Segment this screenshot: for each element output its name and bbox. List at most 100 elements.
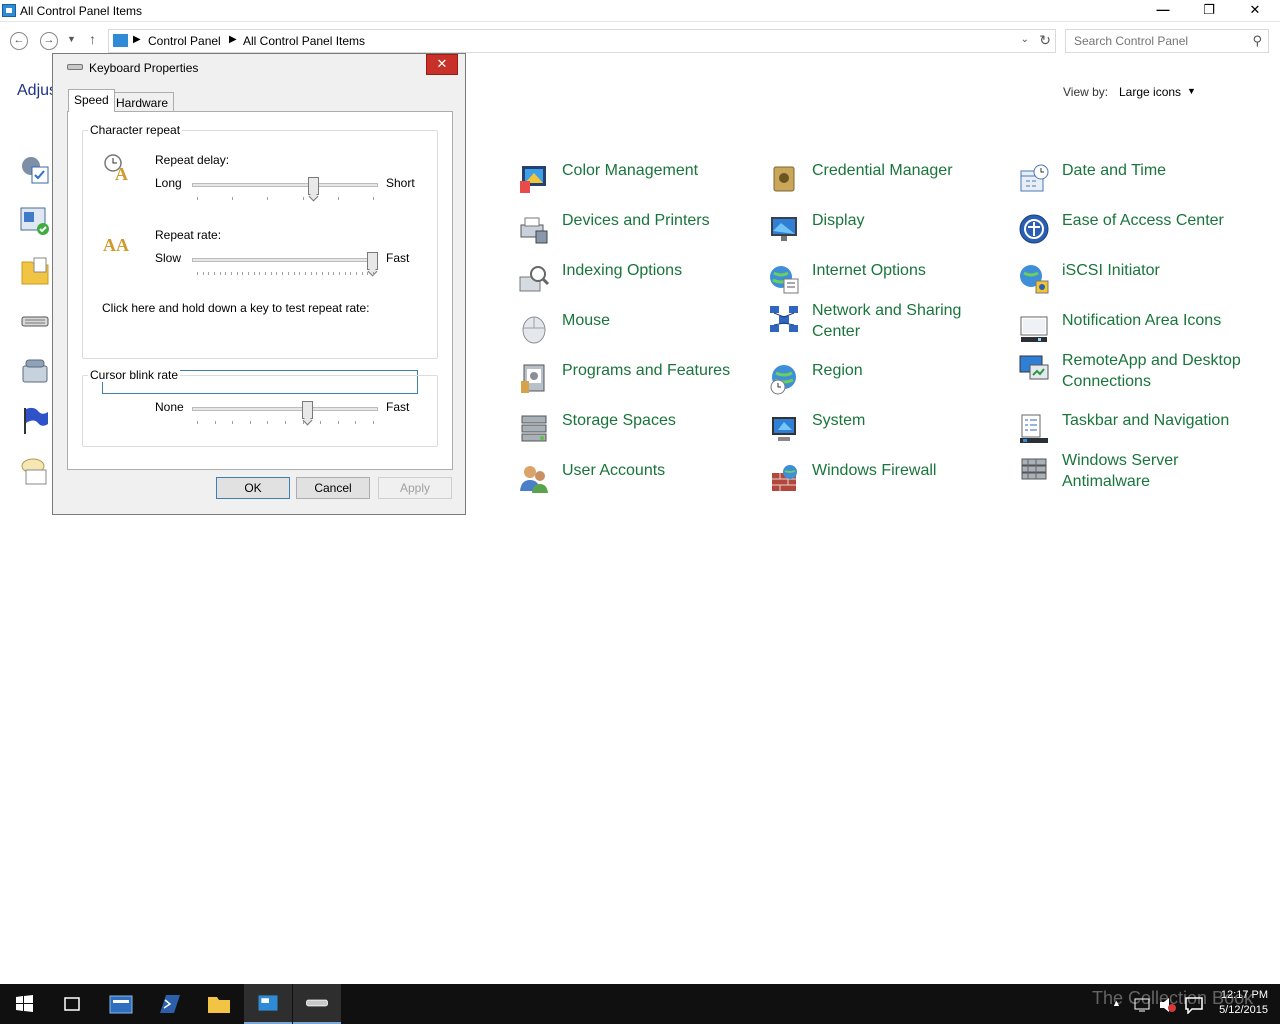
character-repeat-label: Character repeat <box>88 123 183 137</box>
slider-track <box>192 258 378 262</box>
start-button-icon[interactable] <box>0 984 48 1024</box>
address-dropdown-icon[interactable]: ⌄ <box>1021 34 1029 45</box>
network-icon[interactable] <box>1133 996 1153 1014</box>
slider-tick <box>350 272 351 275</box>
repeat-rate-slider[interactable] <box>192 252 378 276</box>
storage-spaces-icon <box>521 415 547 442</box>
cp-item-windows-firewall[interactable]: Windows Firewall <box>768 460 1008 506</box>
minimize-button[interactable]: — <box>1140 0 1186 21</box>
slider-thumb[interactable] <box>367 252 378 270</box>
slider-tick <box>197 197 198 200</box>
server-manager-icon[interactable] <box>97 984 145 1024</box>
refresh-icon[interactable]: ↻ <box>1039 32 1051 49</box>
slider-tick <box>285 421 286 424</box>
cp-item-region[interactable]: Region <box>768 360 1008 406</box>
control-panel-taskbar-icon[interactable] <box>244 984 292 1024</box>
powershell-icon[interactable] <box>146 984 194 1024</box>
cp-item-system[interactable]: System <box>768 410 1008 456</box>
breadcrumb-separator-icon[interactable]: ▶ <box>229 34 237 45</box>
tab-speed[interactable]: Speed <box>68 89 115 112</box>
date-time-icon <box>1020 164 1049 192</box>
action-flag-icon[interactable] <box>20 406 50 436</box>
cp-item-network-sharing[interactable]: Network and Sharing Center <box>768 300 1008 346</box>
restore-button[interactable]: ❐ <box>1186 0 1232 21</box>
view-by-label: View by: <box>1063 85 1109 99</box>
slider-ticks <box>197 197 374 201</box>
cancel-button[interactable]: Cancel <box>296 477 370 499</box>
file-explorer-icon[interactable] <box>195 984 243 1024</box>
forward-button[interactable]: → <box>40 32 58 50</box>
address-bar[interactable]: ▶ Control Panel ▶ All Control Panel Item… <box>108 29 1056 53</box>
cp-item-label: Region <box>812 362 863 379</box>
search-icon[interactable]: ⚲ <box>1252 33 1262 49</box>
taskbar-clock[interactable]: 12:17 PM 5/12/2015 <box>1212 988 1268 1018</box>
cp-item-credential-manager[interactable]: Credential Manager <box>768 160 1008 206</box>
breadcrumb-control-panel[interactable]: Control Panel <box>148 34 221 48</box>
cp-item-antimalware[interactable]: Windows Server Antimalware <box>1018 450 1258 496</box>
search-box[interactable]: ⚲ <box>1065 29 1269 53</box>
cursor-blink-slider[interactable] <box>192 401 378 425</box>
repeat-rate-icon: AA <box>103 235 129 255</box>
cp-item-remoteapp[interactable]: RemoteApp and Desktop Connections <box>1018 350 1258 396</box>
slider-thumb[interactable] <box>308 177 319 195</box>
action-center-tray-icon[interactable] <box>1184 996 1204 1014</box>
slider-tick <box>311 272 312 275</box>
credential-manager-icon <box>773 166 795 192</box>
remoteapp-icon <box>1019 355 1049 380</box>
dialog-close-button[interactable]: ✕ <box>426 54 458 75</box>
slider-thumb[interactable] <box>302 401 313 419</box>
speech-recognition-icon[interactable] <box>20 456 50 486</box>
action-center-icon[interactable] <box>20 155 50 185</box>
cp-item-display[interactable]: Display <box>768 210 1008 256</box>
folder-options-icon[interactable] <box>20 256 50 286</box>
control-panel-icon <box>113 34 128 47</box>
repeat-rate-label: Repeat rate: <box>155 228 222 242</box>
cp-item-date-time[interactable]: Date and Time <box>1018 160 1258 206</box>
slider-tick <box>373 272 374 275</box>
dialog-title-bar[interactable]: Keyboard Properties <box>53 54 465 82</box>
cp-item-indexing-options[interactable]: Indexing Options <box>518 260 758 306</box>
ok-button[interactable]: OK <box>216 477 290 499</box>
up-button[interactable]: ↑ <box>89 31 96 47</box>
cp-item-ease-of-access[interactable]: Ease of Access Center <box>1018 210 1258 256</box>
phone-modem-icon[interactable] <box>20 356 50 386</box>
slider-tick <box>305 272 306 275</box>
cp-item-iscsi-initiator[interactable]: iSCSI Initiator <box>1018 260 1258 306</box>
breadcrumb-all-items[interactable]: All Control Panel Items <box>243 34 365 48</box>
slider-track <box>192 183 378 187</box>
window-title-bar: All Control Panel Items — ❐ ✕ <box>0 0 1280 22</box>
apply-button[interactable]: Apply <box>378 477 452 499</box>
region-icon <box>770 365 796 395</box>
keyboard-taskbar-icon[interactable] <box>293 984 341 1024</box>
volume-muted-icon[interactable] <box>1158 996 1178 1014</box>
cp-item-storage-spaces[interactable]: Storage Spaces <box>518 410 758 456</box>
cp-item-label: Taskbar and Navigation <box>1062 412 1230 429</box>
repeat-delay-slider[interactable] <box>192 177 378 201</box>
close-button[interactable]: ✕ <box>1232 0 1278 21</box>
slider-tick <box>367 272 368 275</box>
cp-item-color-management[interactable]: Color Management <box>518 160 758 206</box>
search-input[interactable] <box>1074 31 1244 51</box>
cp-item-programs-features[interactable]: Programs and Features <box>518 360 758 406</box>
administrative-tools-icon[interactable] <box>20 206 50 236</box>
cp-item-mouse[interactable]: Mouse <box>518 310 758 356</box>
slider-tick <box>232 197 233 200</box>
color-management-icon <box>520 166 546 193</box>
show-hidden-icons-button[interactable]: ▲ <box>1112 998 1121 1008</box>
recent-locations-chevron-icon[interactable]: ▼ <box>67 34 76 44</box>
slider-tick <box>328 272 329 275</box>
cp-item-user-accounts[interactable]: User Accounts <box>518 460 758 506</box>
tab-hardware[interactable]: Hardware <box>110 92 175 112</box>
breadcrumb-separator-icon[interactable]: ▶ <box>133 34 141 45</box>
slider-tick <box>320 421 321 424</box>
iscsi-initiator-icon <box>1020 265 1049 294</box>
view-by-dropdown[interactable]: Large icons <box>1119 85 1181 99</box>
cp-item-label: Color Management <box>562 162 699 179</box>
keyboard-icon[interactable] <box>20 306 50 336</box>
cursor-blink-label: Cursor blink rate <box>88 368 181 382</box>
cp-item-label: User Accounts <box>562 462 666 479</box>
back-button[interactable]: ← <box>10 32 28 50</box>
chevron-down-icon[interactable]: ▼ <box>1187 86 1196 96</box>
task-view-icon[interactable] <box>48 984 96 1024</box>
cp-item-devices-printers[interactable]: Devices and Printers <box>518 210 758 256</box>
